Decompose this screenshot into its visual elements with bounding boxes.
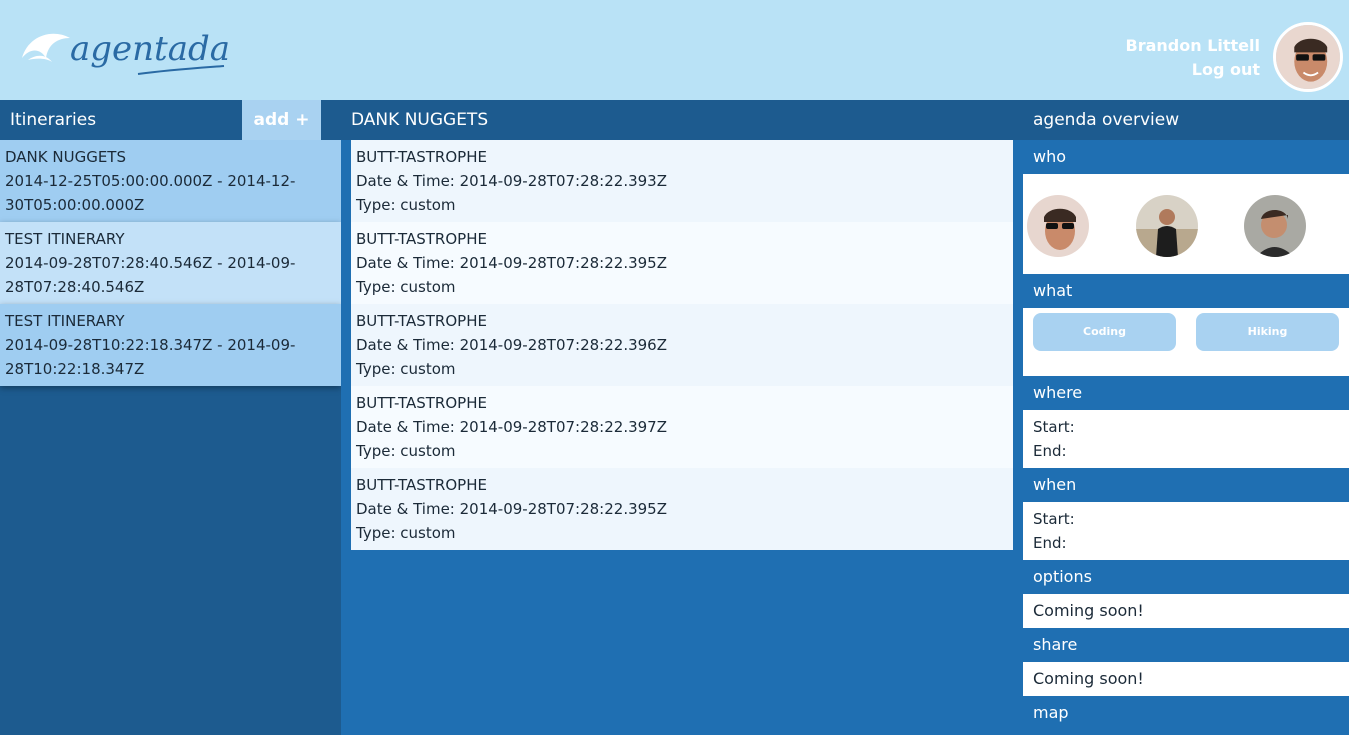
- event-item[interactable]: BUTT-TASTROPHE Date & Time: 2014-09-28T0…: [351, 386, 1013, 468]
- participant-avatar[interactable]: [1136, 195, 1198, 257]
- logo-wordmark: agentada: [70, 29, 228, 69]
- event-item[interactable]: BUTT-TASTROPHE Date & Time: 2014-09-28T0…: [351, 468, 1013, 550]
- participant-avatar[interactable]: [1244, 195, 1306, 257]
- activity-tag[interactable]: Coding: [1033, 313, 1176, 351]
- itinerary-name: TEST ITINERARY: [5, 312, 125, 330]
- when-section: Start: End:: [1023, 502, 1349, 560]
- itinerary-name: TEST ITINERARY: [5, 230, 125, 248]
- where-section-header: where: [1033, 383, 1083, 402]
- event-type: Type: custom: [356, 524, 456, 542]
- itinerary-range-cont: 28T07:28:40.546Z: [5, 278, 145, 296]
- when-end: End:: [1033, 534, 1067, 552]
- itinerary-item[interactable]: TEST ITINERARY 2014-09-28T07:28:40.546Z …: [0, 222, 341, 304]
- itinerary-range-cont: 30T05:00:00.000Z: [5, 196, 145, 214]
- when-section-header: when: [1033, 475, 1077, 494]
- user-panel: Brandon Littell Log out: [1126, 34, 1260, 82]
- itineraries-panel: Itineraries add + DANK NUGGETS 2014-12-2…: [0, 100, 341, 735]
- app-header: agentada Brandon Littell Log out: [0, 0, 1349, 100]
- where-section: Start: End:: [1023, 410, 1349, 468]
- itineraries-header: Itineraries add +: [0, 100, 341, 140]
- user-name: Brandon Littell: [1125, 36, 1260, 55]
- itinerary-range-cont: 28T10:22:18.347Z: [5, 360, 145, 378]
- what-section-header: what: [1033, 281, 1073, 300]
- participant-avatar[interactable]: [1027, 195, 1089, 257]
- event-type: Type: custom: [356, 196, 456, 214]
- share-section: Coming soon!: [1023, 662, 1349, 696]
- event-datetime: Date & Time: 2014-09-28T07:28:22.397Z: [356, 418, 667, 436]
- event-name: BUTT-TASTROPHE: [356, 148, 487, 166]
- logout-link[interactable]: Log out: [1126, 58, 1260, 82]
- event-name: BUTT-TASTROPHE: [356, 394, 487, 412]
- event-name: BUTT-TASTROPHE: [356, 476, 487, 494]
- agenda-overview-title: agenda overview: [1033, 110, 1180, 130]
- event-name: BUTT-TASTROPHE: [356, 312, 487, 330]
- event-type: Type: custom: [356, 360, 456, 378]
- options-text: Coming soon!: [1033, 601, 1144, 620]
- event-item[interactable]: BUTT-TASTROPHE Date & Time: 2014-09-28T0…: [351, 140, 1013, 222]
- itinerary-item[interactable]: TEST ITINERARY 2014-09-28T10:22:18.347Z …: [0, 304, 341, 386]
- event-datetime: Date & Time: 2014-09-28T07:28:22.393Z: [356, 172, 667, 190]
- options-section: Coming soon!: [1023, 594, 1349, 628]
- itinerary-range: 2014-12-25T05:00:00.000Z - 2014-12-: [5, 172, 296, 190]
- itinerary-detail-title: DANK NUGGETS: [351, 110, 489, 130]
- event-datetime: Date & Time: 2014-09-28T07:28:22.396Z: [356, 336, 667, 354]
- who-section-header: who: [1033, 147, 1067, 166]
- user-avatar[interactable]: [1273, 22, 1343, 92]
- who-section: [1023, 174, 1349, 274]
- agenda-overview-panel: agenda overview who what Coding Hiking w…: [1023, 100, 1349, 735]
- event-type: Type: custom: [356, 278, 456, 296]
- itinerary-name: DANK NUGGETS: [5, 148, 126, 166]
- where-end: End:: [1033, 442, 1067, 460]
- when-start: Start:: [1033, 510, 1075, 528]
- where-start: Start:: [1033, 418, 1075, 436]
- agenda-overview-header: agenda overview: [1023, 100, 1349, 140]
- event-datetime: Date & Time: 2014-09-28T07:28:22.395Z: [356, 254, 667, 272]
- itinerary-detail-panel: DANK NUGGETS BUTT-TASTROPHE Date & Time:…: [341, 100, 1023, 735]
- share-section-header: share: [1033, 635, 1078, 654]
- itinerary-range: 2014-09-28T07:28:40.546Z - 2014-09-: [5, 254, 296, 272]
- what-section: Coding Hiking: [1023, 308, 1349, 376]
- share-text: Coming soon!: [1033, 669, 1144, 688]
- itinerary-item[interactable]: DANK NUGGETS 2014-12-25T05:00:00.000Z - …: [0, 140, 341, 222]
- itinerary-range: 2014-09-28T10:22:18.347Z - 2014-09-: [5, 336, 296, 354]
- agentada-logo[interactable]: agentada: [18, 18, 228, 80]
- event-item[interactable]: BUTT-TASTROPHE Date & Time: 2014-09-28T0…: [351, 304, 1013, 386]
- event-name: BUTT-TASTROPHE: [356, 230, 487, 248]
- event-item[interactable]: BUTT-TASTROPHE Date & Time: 2014-09-28T0…: [351, 222, 1013, 304]
- itineraries-title: Itineraries: [10, 110, 97, 130]
- map-section-header: map: [1033, 703, 1069, 722]
- event-datetime: Date & Time: 2014-09-28T07:28:22.395Z: [356, 500, 667, 518]
- activity-tag[interactable]: Hiking: [1196, 313, 1339, 351]
- add-itinerary-button[interactable]: add +: [242, 100, 321, 140]
- event-type: Type: custom: [356, 442, 456, 460]
- options-section-header: options: [1033, 567, 1092, 586]
- itinerary-detail-header: DANK NUGGETS: [341, 100, 1023, 140]
